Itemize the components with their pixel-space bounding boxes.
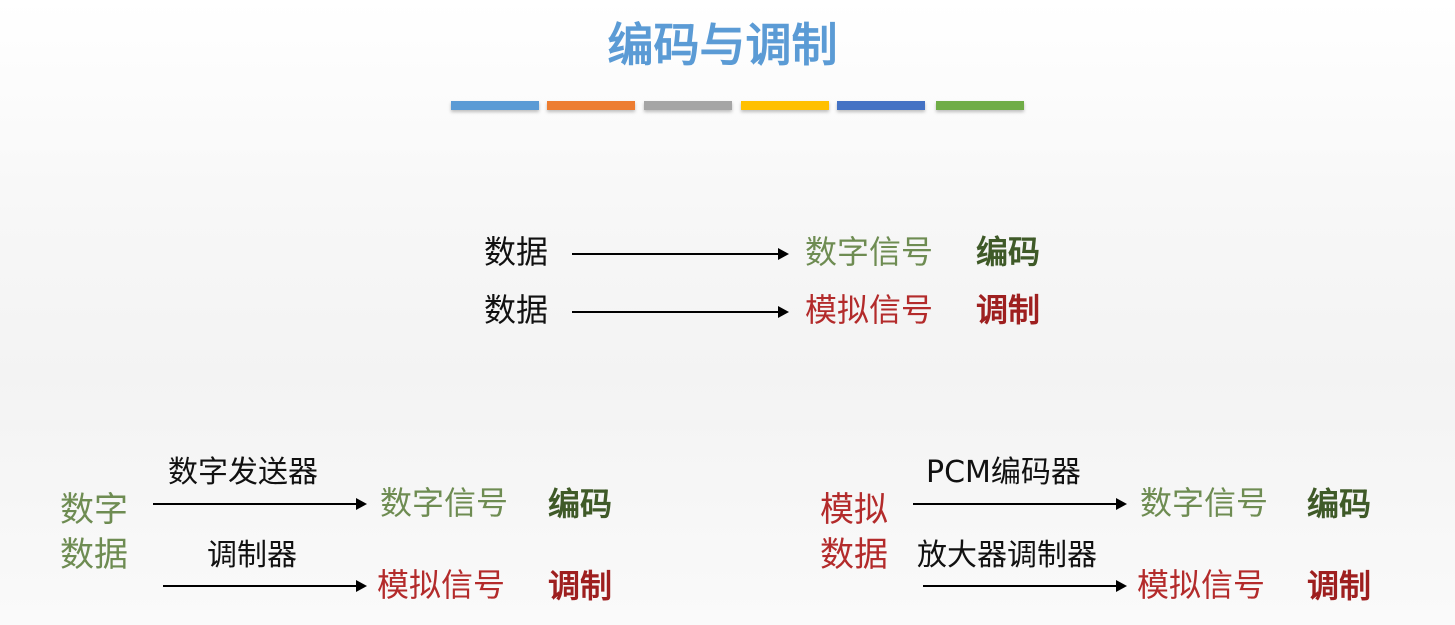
modulation-label-right: 调制 (1307, 567, 1372, 605)
divider-bar-blue (451, 101, 539, 110)
encoding-label-right: 编码 (1307, 485, 1372, 523)
divider-bar-gray (644, 101, 732, 110)
digital-to-analog-arrow (163, 580, 367, 592)
digital-signal-label-right: 数字信号 (1140, 484, 1269, 522)
page-title: 编码与调制 (607, 18, 838, 72)
overview-row-2-target: 模拟信号 (805, 291, 934, 329)
analog-signal-label: 模拟信号 (377, 566, 506, 604)
divider-bar-dark-blue (837, 101, 925, 110)
digital-to-digital-arrow (153, 498, 367, 510)
divider-bar-yellow (741, 101, 829, 110)
analog-data-label-line1: 模拟 (820, 490, 888, 530)
pcm-encoder-label: PCM编码器 (926, 455, 1081, 490)
divider-bar-green (936, 101, 1024, 110)
overview-row-2-source: 数据 (484, 291, 549, 329)
divider-bar-orange (547, 101, 635, 110)
modulation-label: 调制 (548, 567, 613, 605)
modulator-label: 调制器 (207, 538, 297, 573)
overview-row-2-arrow (572, 306, 789, 318)
analog-to-analog-arrow (923, 580, 1127, 592)
analog-to-digital-arrow (913, 498, 1127, 510)
overview-row-1-target: 数字信号 (805, 233, 934, 271)
overview-row-1-method: 编码 (976, 233, 1041, 271)
amplifier-modulator-label: 放大器调制器 (917, 538, 1097, 573)
digital-signal-label: 数字信号 (380, 484, 509, 522)
overview-row-1-source: 数据 (484, 233, 549, 271)
overview-row-1-arrow (572, 248, 789, 260)
digital-data-label-line1: 数字 (60, 490, 128, 530)
digital-transmitter-label: 数字发送器 (168, 455, 318, 490)
overview-row-2-method: 调制 (976, 291, 1041, 329)
analog-data-label-line2: 数据 (820, 535, 888, 575)
encoding-label: 编码 (548, 485, 613, 523)
analog-signal-label-right: 模拟信号 (1137, 566, 1266, 604)
digital-data-label-line2: 数据 (60, 535, 128, 575)
